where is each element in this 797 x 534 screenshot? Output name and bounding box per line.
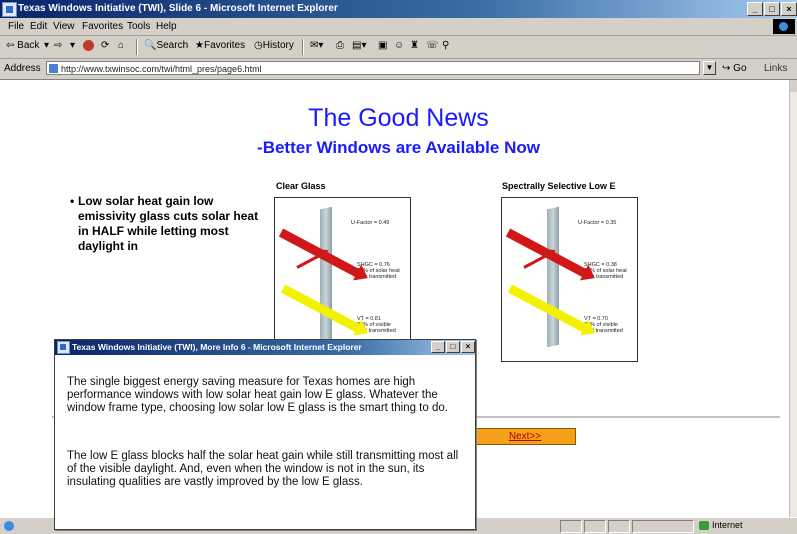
edit-icon[interactable]: ▤▾: [352, 40, 366, 51]
popup-close-button[interactable]: ×: [461, 341, 475, 353]
ie-page-icon: [2, 2, 17, 17]
history-button[interactable]: ◷History: [254, 40, 294, 51]
discuss-icon[interactable]: ▣: [378, 40, 387, 51]
slide-subtitle: -Better Windows are Available Now: [257, 138, 540, 157]
minimize-button[interactable]: _: [747, 2, 763, 16]
popup-paragraph-1: The single biggest energy saving measure…: [67, 376, 448, 414]
forward-button[interactable]: ⇨: [54, 40, 62, 51]
address-dropdown-button[interactable]: ▼: [703, 61, 716, 75]
popup-title-bar[interactable]: Texas Windows Initiative (TWI), More Inf…: [55, 340, 475, 355]
go-label: Go: [733, 63, 747, 74]
go-arrow-icon: ↪: [722, 63, 731, 74]
menu-tools[interactable]: Tools: [127, 21, 150, 32]
home-icon[interactable]: ⌂: [118, 40, 124, 51]
status-pane: [608, 520, 630, 533]
glass-pane: [547, 206, 559, 348]
menu-favorites[interactable]: Favorites: [82, 21, 123, 32]
menu-help[interactable]: Help: [156, 21, 177, 32]
ie-page-icon: [57, 341, 70, 354]
messenger-icon[interactable]: ☺: [394, 40, 404, 51]
security-zone-label: Internet: [712, 520, 743, 530]
address-label: Address: [4, 63, 41, 74]
status-pane: [584, 520, 606, 533]
dropdown-arrow-icon[interactable]: ▾: [44, 40, 49, 51]
vertical-scrollbar[interactable]: [789, 80, 797, 517]
ufactor-label: U-Factor = 0.35: [578, 220, 617, 226]
refresh-icon[interactable]: ⟳: [101, 40, 109, 51]
more-info-popup-window[interactable]: Texas Windows Initiative (TWI), More Inf…: [54, 339, 476, 530]
low-e-glass-figure: U-Factor = 0.35 SHGC = 0.38 38% of solar…: [501, 197, 638, 362]
close-button[interactable]: ×: [781, 2, 797, 16]
page-status-icon: [4, 521, 14, 531]
slide-title: The Good News: [308, 104, 489, 132]
search-button[interactable]: 🔍Search: [144, 40, 188, 51]
maximize-button[interactable]: □: [764, 2, 780, 16]
chat-icon[interactable]: ☏: [426, 40, 439, 51]
contacts-icon[interactable]: ⚲: [442, 40, 449, 51]
menu-edit[interactable]: Edit: [30, 21, 47, 32]
popup-maximize-button[interactable]: □: [446, 341, 460, 353]
search-label: Search: [156, 40, 189, 51]
print-icon[interactable]: ⎙: [336, 40, 344, 51]
figure-caption-clear-glass: Clear Glass: [276, 181, 326, 191]
internet-zone-icon: [699, 521, 709, 530]
favorites-icon: ★: [195, 40, 204, 51]
toolbar-separator: [302, 39, 304, 55]
dropdown-arrow-icon[interactable]: ▾: [70, 40, 75, 51]
favorites-button[interactable]: ★Favorites: [195, 40, 245, 51]
menu-view[interactable]: View: [53, 21, 75, 32]
menu-file[interactable]: File: [8, 21, 24, 32]
status-pane: [632, 520, 694, 533]
popup-title: Texas Windows Initiative (TWI), More Inf…: [72, 342, 362, 352]
window-title-bar[interactable]: Texas Windows Initiative (TWI), Slide 6 …: [0, 0, 797, 18]
history-icon: ◷: [254, 40, 263, 51]
search-icon: 🔍: [144, 40, 157, 51]
popup-minimize-button[interactable]: _: [431, 341, 445, 353]
address-bar: Address http://www.txwinsoc.com/twi/html…: [0, 59, 797, 80]
menu-bar: File Edit View Favorites Tools Help: [0, 18, 797, 36]
next-button[interactable]: Next>>: [474, 428, 576, 445]
history-label: History: [262, 40, 294, 51]
bullet-text: Low solar heat gain low emissivity glass…: [78, 194, 259, 253]
favorites-label: Favorites: [203, 40, 246, 51]
ufactor-label: U-Factor = 0.49: [351, 220, 390, 226]
status-pane: [560, 520, 582, 533]
stop-icon[interactable]: [83, 40, 94, 52]
ie-logo-icon: [773, 19, 795, 34]
figure-caption-low-e: Spectrally Selective Low E: [502, 181, 616, 191]
links-button[interactable]: Links: [764, 63, 787, 74]
bullet-point: • Low solar heat gain low emissivity gla…: [70, 194, 268, 254]
toolbar: ⇦ Back ▾ ⇨ ▾ ⟳ ⌂ 🔍Search ★Favorites ◷His…: [0, 36, 797, 59]
toolbar-separator: [136, 39, 138, 55]
clear-glass-figure: U-Factor = 0.49 SHGC = 0.76 76% of solar…: [274, 197, 411, 362]
go-button[interactable]: ↪ Go: [722, 63, 747, 74]
address-input[interactable]: http://www.txwinsoc.com/twi/html_pres/pa…: [46, 61, 700, 75]
bullet-dot-icon: •: [70, 194, 75, 208]
research-icon[interactable]: ♜: [410, 40, 419, 51]
glass-pane: [320, 206, 332, 348]
popup-paragraph-2: The low E glass blocks half the solar he…: [67, 450, 459, 488]
address-value: http://www.txwinsoc.com/twi/html_pres/pa…: [61, 64, 262, 74]
page-icon: [49, 64, 58, 73]
window-title: Texas Windows Initiative (TWI), Slide 6 …: [18, 3, 338, 14]
back-button[interactable]: ⇦ Back: [6, 40, 39, 51]
mail-icon[interactable]: ✉▾: [310, 40, 323, 51]
scroll-up-icon[interactable]: [790, 80, 797, 92]
